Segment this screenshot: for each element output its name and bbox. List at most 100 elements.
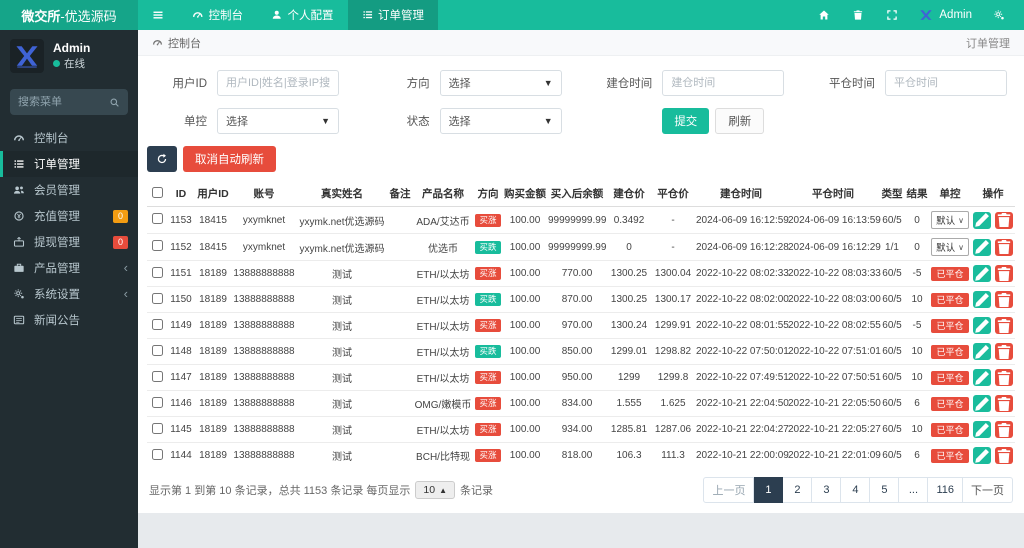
column-header[interactable]: 平仓价: [651, 181, 695, 207]
edit-button[interactable]: [973, 343, 991, 360]
topbar-tab-profile[interactable]: 个人配置: [257, 0, 348, 30]
breadcrumb-left[interactable]: 控制台: [168, 35, 201, 51]
column-header[interactable]: 操作: [971, 181, 1015, 207]
home-button[interactable]: [807, 0, 841, 30]
search-input[interactable]: [18, 96, 109, 108]
search-icon[interactable]: [109, 97, 120, 108]
sidebar-item-console[interactable]: 控制台: [0, 125, 138, 151]
direction-select[interactable]: 选择 ▼: [439, 70, 562, 96]
dashboard-icon: [12, 132, 26, 144]
cell-result: 0: [914, 214, 920, 226]
next-page-button[interactable]: 下一页: [963, 477, 1013, 503]
edit-button[interactable]: [973, 211, 991, 229]
page-size-select[interactable]: 10 ▲: [415, 481, 456, 499]
page-button-...[interactable]: ...: [899, 477, 929, 503]
delete-button[interactable]: [995, 447, 1013, 464]
clear-cache-button[interactable]: [841, 0, 875, 30]
delete-button[interactable]: [995, 421, 1013, 438]
open-time-input[interactable]: [662, 70, 785, 96]
column-header[interactable]: 真实姓名: [297, 181, 387, 207]
delete-button[interactable]: [995, 238, 1013, 256]
edit-button[interactable]: [973, 421, 991, 438]
row-checkbox[interactable]: [151, 344, 163, 356]
row-checkbox[interactable]: [151, 448, 163, 460]
edit-button[interactable]: [973, 447, 991, 464]
column-header[interactable]: ID: [167, 181, 195, 207]
status-select[interactable]: 选择 ▼: [439, 108, 562, 134]
column-header[interactable]: 用户ID: [195, 181, 231, 207]
delete-button[interactable]: [995, 369, 1013, 386]
edit-button[interactable]: [973, 369, 991, 386]
column-header[interactable]: 买入后余额: [547, 181, 607, 207]
refresh-button[interactable]: 刷新: [715, 108, 765, 134]
column-header[interactable]: 建仓价: [607, 181, 651, 207]
submit-button[interactable]: 提交: [662, 108, 710, 134]
page-button-1[interactable]: 1: [754, 477, 784, 503]
close-time-input[interactable]: [884, 70, 1007, 96]
edit-button[interactable]: [973, 291, 991, 308]
row-checkbox[interactable]: [151, 318, 163, 330]
row-checkbox[interactable]: [151, 370, 163, 382]
brand-logo[interactable]: 微交所 -优选源码: [0, 0, 138, 30]
row-control-select[interactable]: 默认 ∨: [931, 211, 969, 229]
column-header[interactable]: 账号: [231, 181, 297, 207]
table-row: 1147 18189 13888888888 测试 ETH/以太坊 买涨 100.00 950…: [147, 364, 1015, 391]
column-header[interactable]: 建仓时间: [695, 181, 787, 207]
delete-button[interactable]: [995, 265, 1013, 282]
column-header[interactable]: 单控: [929, 181, 971, 207]
user-menu[interactable]: Admin: [909, 8, 982, 22]
row-control-select[interactable]: 默认 ∨: [931, 238, 969, 256]
sidebar-item-orders[interactable]: 订单管理: [0, 151, 138, 177]
column-header[interactable]: 备注: [387, 181, 413, 207]
edit-button[interactable]: [973, 238, 991, 256]
sidebar-item-withdraw[interactable]: 提现管理 0: [0, 229, 138, 255]
edit-button[interactable]: [973, 395, 991, 412]
page-button-2[interactable]: 2: [783, 477, 813, 503]
column-header[interactable]: 购买金额: [503, 181, 547, 207]
row-checkbox[interactable]: [151, 292, 163, 304]
cell-checkbox: [147, 313, 167, 339]
sidebar-toggle-button[interactable]: [138, 0, 178, 30]
column-header[interactable]: 产品名称: [413, 181, 473, 207]
page-button-4[interactable]: 4: [841, 477, 871, 503]
page-button-116[interactable]: 116: [928, 477, 963, 503]
delete-button[interactable]: [995, 343, 1013, 360]
prev-page-button[interactable]: 上一页: [703, 477, 755, 503]
sidebar-item-news[interactable]: 新闻公告: [0, 307, 138, 333]
row-checkbox[interactable]: [151, 266, 163, 278]
sidebar-item-products[interactable]: 产品管理 ‹: [0, 255, 138, 281]
select-all-checkbox[interactable]: [151, 186, 163, 198]
column-header[interactable]: 平仓时间: [787, 181, 879, 207]
sidebar-item-recharge[interactable]: 充值管理 0: [0, 203, 138, 229]
settings-button[interactable]: [982, 0, 1016, 30]
reload-button[interactable]: [147, 146, 177, 172]
sidebar-item-members[interactable]: 会员管理: [0, 177, 138, 203]
row-checkbox[interactable]: [151, 396, 163, 408]
topbar-tab-console[interactable]: 控制台: [178, 0, 257, 30]
cell-direction: 买涨: [473, 313, 503, 339]
row-checkbox[interactable]: [151, 213, 163, 224]
fullscreen-button[interactable]: [875, 0, 909, 30]
page-button-5[interactable]: 5: [870, 477, 900, 503]
cancel-auto-refresh-button[interactable]: 取消自动刷新: [183, 146, 276, 172]
column-header[interactable]: 类型: [879, 181, 905, 207]
page-button-3[interactable]: 3: [812, 477, 842, 503]
direction-badge: 买涨: [475, 267, 501, 280]
delete-button[interactable]: [995, 291, 1013, 308]
edit-button[interactable]: [973, 265, 991, 282]
delete-button[interactable]: [995, 395, 1013, 412]
row-checkbox[interactable]: [151, 422, 163, 434]
edit-button[interactable]: [973, 317, 991, 334]
column-header[interactable]: 结果: [905, 181, 929, 207]
users-icon: [12, 184, 26, 196]
user-id-input[interactable]: [217, 70, 339, 96]
control-select[interactable]: 选择 ▼: [217, 108, 339, 134]
column-header[interactable]: 方向: [473, 181, 503, 207]
topbar-tab-orders[interactable]: 订单管理: [347, 0, 438, 30]
delete-button[interactable]: [995, 317, 1013, 334]
row-checkbox[interactable]: [151, 240, 163, 251]
sidebar-item-settings[interactable]: 系统设置 ‹: [0, 281, 138, 307]
brand-bold: 微交所: [21, 8, 61, 24]
cell-amount: 100.00: [509, 372, 541, 383]
delete-button[interactable]: [995, 211, 1013, 229]
